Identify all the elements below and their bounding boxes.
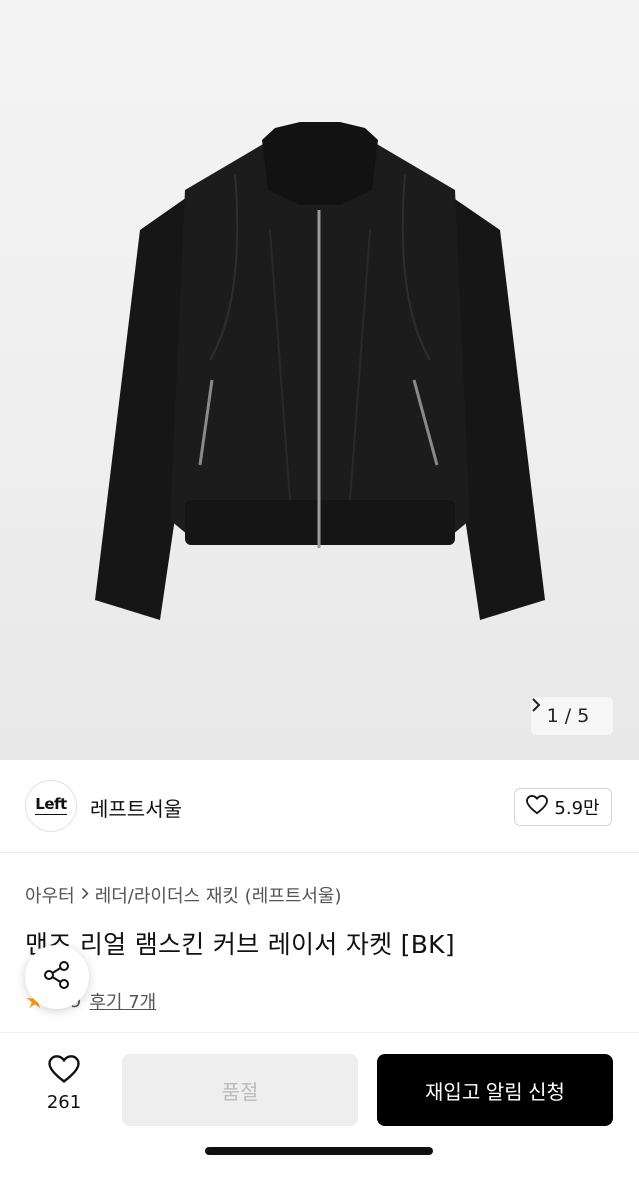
chevron-right-icon: [81, 885, 89, 905]
brand-row: Left 레프트서울 5.9만: [0, 760, 639, 853]
image-counter[interactable]: 1 / 5: [531, 697, 613, 735]
counter-separator: /: [564, 705, 572, 727]
heart-outline-icon: [526, 794, 549, 820]
breadcrumb-category[interactable]: 아우터: [25, 882, 75, 908]
wishlist-count: 261: [46, 1092, 82, 1113]
heart-outline-icon: [48, 1055, 80, 1088]
restock-alert-button[interactable]: 재입고 알림 신청: [377, 1054, 613, 1126]
counter-current: 1: [546, 705, 559, 727]
soldout-button: 품절: [122, 1054, 358, 1126]
product-title: 맨즈 리얼 램스킨 커브 레이서 자켓 [BK]: [25, 930, 455, 959]
home-indicator: [205, 1147, 433, 1155]
product-image: [95, 122, 545, 620]
brand-like-count: 5.9만: [554, 798, 600, 819]
share-button[interactable]: [25, 945, 89, 1009]
counter-total: 5: [577, 705, 590, 727]
reviews-link[interactable]: 후기 7개: [89, 988, 156, 1014]
product-image-gallery[interactable]: 1 / 5: [0, 0, 639, 760]
brand-like-button[interactable]: 5.9만: [514, 788, 612, 826]
brand-logo-text: Left: [35, 795, 67, 815]
breadcrumb: 아우터 레더/라이더스 재킷 (레프트서울): [25, 882, 342, 908]
brand-logo[interactable]: Left: [25, 780, 77, 832]
bottom-action-bar: 261 품절 재입고 알림 신청: [0, 1032, 639, 1200]
breadcrumb-subcategory[interactable]: 레더/라이더스 재킷 (레프트서울): [95, 882, 342, 908]
brand-name[interactable]: 레프트서울: [90, 793, 182, 822]
share-icon: [42, 960, 72, 994]
wishlist-button[interactable]: 261: [38, 1055, 90, 1113]
